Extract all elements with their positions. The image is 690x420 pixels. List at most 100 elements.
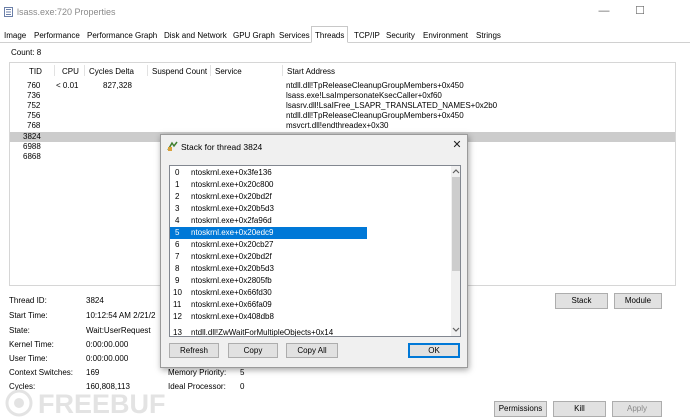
close-icon[interactable]: ✕	[451, 139, 463, 151]
state-value: Wait:UserRequest	[86, 326, 151, 335]
tab-tcp-ip[interactable]: TCP/IP	[350, 28, 384, 43]
tab-strings[interactable]: Strings	[472, 28, 505, 43]
thread-row[interactable]: 768 msvcrt.dll!endthreadex+0x30	[10, 121, 675, 131]
minimize-button[interactable]: —	[592, 4, 616, 20]
stack-frame-list[interactable]: 0 ntoskrnl.exe+0x3fe136 1 ntoskrnl.exe+0…	[169, 165, 461, 337]
kernel-time-value: 0:00:00.000	[86, 340, 129, 349]
thread-start-address: lsass.exe!LsaImpersonateKsecCaller+0xf60	[286, 91, 442, 100]
column-divider[interactable]	[282, 65, 283, 76]
frame-number: 9	[175, 276, 180, 285]
column-divider[interactable]	[147, 65, 148, 76]
refresh-button[interactable]: Refresh	[169, 343, 219, 358]
thread-row[interactable]: 760 < 0.01 827,328 ntdll.dll!TpReleaseCl…	[10, 81, 675, 91]
thread-cpu: < 0.01	[56, 81, 79, 90]
column-divider[interactable]	[54, 65, 55, 76]
column-divider[interactable]	[210, 65, 211, 76]
stack-frame-row[interactable]: 0 ntoskrnl.exe+0x3fe136	[170, 167, 450, 179]
frame-number: 2	[175, 192, 180, 201]
memory-priority-label: Memory Priority:	[168, 368, 227, 377]
frame-number: 7	[175, 252, 180, 261]
column-divider[interactable]	[84, 65, 85, 76]
thread-start-address: ntdll.dll!TpReleaseCleanupGroupMembers+0…	[286, 81, 464, 90]
frame-address: ntoskrnl.exe+0x2805fb	[191, 276, 272, 285]
scroll-down-icon[interactable]	[452, 327, 460, 333]
thread-id-label: Thread ID:	[9, 296, 47, 305]
frame-number: 6	[175, 240, 180, 249]
stack-frame-row[interactable]: 9 ntoskrnl.exe+0x2805fb	[170, 275, 450, 287]
stack-dialog: Stack for thread 3824 ✕ 0 ntoskrnl.exe+0…	[160, 134, 468, 368]
column-header-service[interactable]: Service	[215, 67, 242, 76]
vertical-scrollbar[interactable]	[451, 166, 460, 336]
tab-threads[interactable]: Threads	[311, 26, 349, 43]
state-label: State:	[9, 326, 30, 335]
tab-gpu-graph[interactable]: GPU Graph	[229, 28, 279, 43]
stack-button[interactable]: Stack	[555, 293, 608, 309]
window-title: lsass.exe:720 Properties	[17, 7, 116, 17]
stack-frame-row[interactable]: 11 ntoskrnl.exe+0x66fa09	[170, 299, 450, 311]
thread-tid: 768	[27, 121, 41, 130]
thread-cycles: 827,328	[103, 81, 132, 90]
module-button[interactable]: Module	[614, 293, 662, 309]
scroll-thumb[interactable]	[452, 177, 460, 271]
stack-frame-row[interactable]: 12 ntoskrnl.exe+0x408db8	[170, 311, 450, 323]
stack-frame-row[interactable]: 13 ntdll.dll!ZwWaitForMultipleObjects+0x…	[170, 327, 450, 337]
stack-frame-row[interactable]: 1 ntoskrnl.exe+0x20c800	[170, 179, 450, 191]
frame-address: ntoskrnl.exe+0x66fd30	[191, 288, 272, 297]
frame-address: ntoskrnl.exe+0x20cb27	[191, 240, 274, 249]
freebuf-watermark: FREEBUF	[5, 389, 166, 419]
tab-performance-graph[interactable]: Performance Graph	[83, 28, 161, 43]
stack-frame-row[interactable]: 3 ntoskrnl.exe+0x20b5d3	[170, 203, 450, 215]
frame-address: ntoskrnl.exe+0x20b5d3	[191, 204, 274, 213]
tab-performance[interactable]: Performance	[30, 28, 84, 43]
thread-row[interactable]: 736 lsass.exe!LsaImpersonateKsecCaller+0…	[10, 91, 675, 101]
user-time-value: 0:00:00.000	[86, 354, 129, 363]
frame-address: ntoskrnl.exe+0x20bd2f	[191, 192, 272, 201]
tab-security[interactable]: Security	[382, 28, 419, 43]
stack-frame-row[interactable]: 6 ntoskrnl.exe+0x20cb27	[170, 239, 450, 251]
frame-number: 5	[175, 228, 180, 237]
apply-button[interactable]: Apply	[612, 401, 662, 417]
column-header-start-address[interactable]: Start Address	[287, 67, 335, 76]
tab-services[interactable]: Services	[275, 28, 314, 43]
memory-priority-value: 5	[240, 368, 245, 377]
column-header-tid[interactable]: TID	[29, 67, 42, 76]
column-header-suspend-count[interactable]: Suspend Count	[152, 67, 207, 76]
frame-address: ntoskrnl.exe+0x3fe136	[191, 168, 272, 177]
copy-all-button[interactable]: Copy All	[286, 343, 338, 358]
stack-frame-row[interactable]: 4 ntoskrnl.exe+0x2fa96d	[170, 215, 450, 227]
stack-frame-row[interactable]: 8 ntoskrnl.exe+0x20b5d3	[170, 263, 450, 275]
kill-button[interactable]: Kill	[553, 401, 606, 417]
app-icon	[4, 7, 13, 17]
frame-address: ntoskrnl.exe+0x20edc9	[191, 228, 274, 237]
stack-frame-row[interactable]: 7 ntoskrnl.exe+0x20bd2f	[170, 251, 450, 263]
thread-start-address: msvcrt.dll!endthreadex+0x30	[286, 121, 389, 130]
frame-number: 11	[173, 300, 182, 309]
stack-frame-row-selected[interactable]: 5 ntoskrnl.exe+0x20edc9	[170, 227, 367, 239]
ok-button[interactable]: OK	[408, 343, 460, 358]
column-header-cpu[interactable]: CPU	[62, 67, 79, 76]
user-time-label: User Time:	[9, 354, 48, 363]
frame-address: ntoskrnl.exe+0x2fa96d	[191, 216, 272, 225]
scroll-up-icon[interactable]	[452, 168, 460, 174]
tab-disk-and-network[interactable]: Disk and Network	[160, 28, 231, 43]
title-bar: lsass.exe:720 Properties — ☐	[0, 0, 690, 24]
ideal-processor-value: 0	[240, 382, 245, 391]
thread-row[interactable]: 752 lsasrv.dll!LsaIFree_LSAPR_TRANSLATED…	[10, 101, 675, 111]
maximize-button[interactable]: ☐	[628, 4, 652, 20]
column-header-cycles-delta[interactable]: Cycles Delta	[89, 67, 134, 76]
thread-start-address: lsasrv.dll!LsaIFree_LSAPR_TRANSLATED_NAM…	[286, 101, 498, 110]
frame-number: 13	[173, 328, 182, 337]
copy-button[interactable]: Copy	[228, 343, 278, 358]
thread-count: Count: 8	[11, 48, 42, 57]
thread-tid: 736	[27, 91, 41, 100]
thread-row[interactable]: 756 ntdll.dll!TpReleaseCleanupGroupMembe…	[10, 111, 675, 121]
start-time-label: Start Time:	[9, 311, 48, 320]
stack-frame-row[interactable]: 10 ntoskrnl.exe+0x66fd30	[170, 287, 450, 299]
frame-address: ntoskrnl.exe+0x20bd2f	[191, 252, 272, 261]
permissions-button[interactable]: Permissions	[494, 401, 547, 417]
stack-frame-row[interactable]: 2 ntoskrnl.exe+0x20bd2f	[170, 191, 450, 203]
dialog-title: Stack for thread 3824	[181, 142, 263, 152]
tab-environment[interactable]: Environment	[419, 28, 472, 43]
tab-image[interactable]: Image	[0, 28, 30, 43]
frame-address: ntoskrnl.exe+0x20c800	[191, 180, 274, 189]
